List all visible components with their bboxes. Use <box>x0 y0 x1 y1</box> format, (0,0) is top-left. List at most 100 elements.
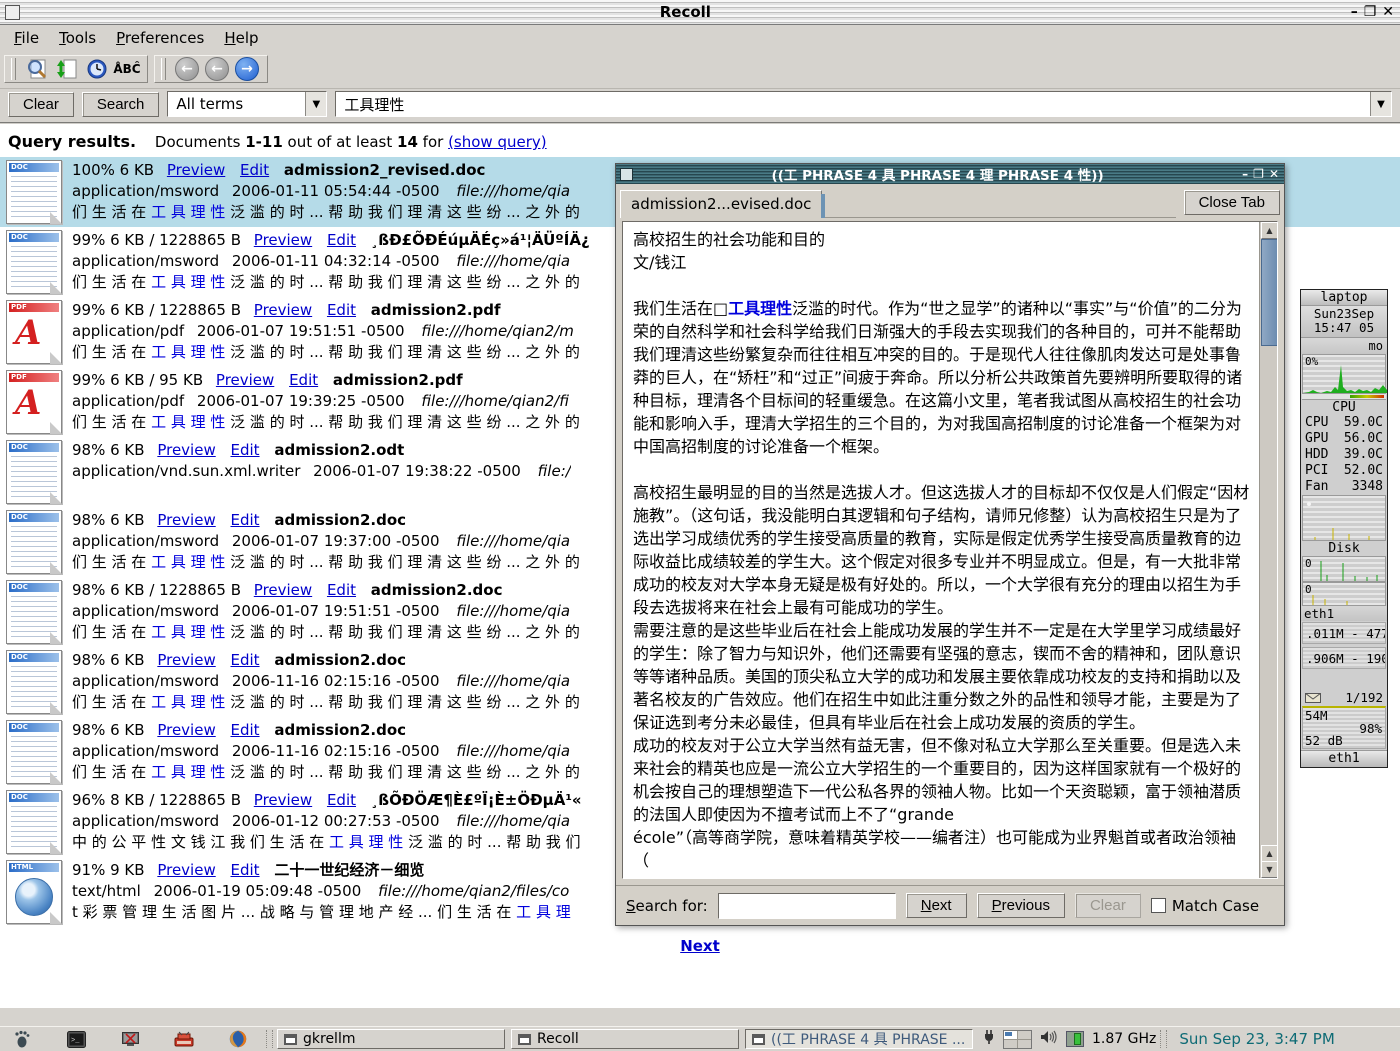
search-button[interactable]: Search <box>82 92 160 117</box>
advanced-search-icon[interactable] <box>25 57 49 81</box>
fan-chart[interactable] <box>1302 495 1386 541</box>
power-plug-icon[interactable] <box>983 1029 995 1049</box>
firefox-icon[interactable] <box>228 1029 248 1049</box>
window-menu-button[interactable] <box>5 5 20 20</box>
result-url: file:///home/qia <box>456 742 570 760</box>
menu-preferences[interactable]: Preferences <box>108 27 212 49</box>
menu-help[interactable]: Help <box>216 27 266 49</box>
next-page-link[interactable]: Next <box>680 937 720 955</box>
preview-link[interactable]: Preview <box>157 441 215 459</box>
prev-page-icon[interactable]: ← <box>205 57 229 81</box>
taskbar-task-button[interactable]: gkrellm <box>277 1029 505 1049</box>
preview-link[interactable]: Preview <box>157 721 215 739</box>
preview-link[interactable]: Preview <box>157 511 215 529</box>
maximize-icon[interactable]: ❐ <box>1253 167 1264 181</box>
typewriter-icon[interactable] <box>174 1029 194 1049</box>
edit-link[interactable]: Edit <box>231 721 260 739</box>
edit-link[interactable]: Edit <box>327 791 356 809</box>
next-page-icon[interactable]: → <box>235 57 259 81</box>
toolbar-grip[interactable] <box>11 58 16 80</box>
preview-link[interactable]: Preview <box>254 791 312 809</box>
preview-link[interactable]: Preview <box>254 231 312 249</box>
sort-order-icon[interactable] <box>55 57 79 81</box>
cpu-frequency-icon[interactable] <box>1066 1031 1084 1047</box>
edit-link[interactable]: Edit <box>289 371 318 389</box>
scrollbar-thumb[interactable] <box>1261 239 1278 346</box>
preview-titlebar[interactable]: ((工 PHRASE 4 具 PHRASE 4 理 PHRASE 4 性)) –… <box>616 164 1284 184</box>
preview-text-area[interactable]: 高校招生的社会功能和目的 文/钱江 我们生活在□工具理性泛滥的时代。作为“世之显… <box>622 221 1278 879</box>
preview-window: ((工 PHRASE 4 具 PHRASE 4 理 PHRASE 4 性)) –… <box>615 163 1285 926</box>
file-icon: DOC <box>6 580 62 644</box>
result-snippet: 们 生 活 在 工 具 理 性 泛 滥 的 时 ... 帮 助 我 们 理 清 … <box>72 692 580 713</box>
disk-read-chart[interactable]: 0 <box>1302 556 1386 582</box>
preview-link[interactable]: Preview <box>157 651 215 669</box>
edit-link[interactable]: Edit <box>231 441 260 459</box>
preview-scrollbar[interactable]: ▲ ▲ ▼ <box>1259 222 1277 878</box>
edit-link[interactable]: Edit <box>327 581 356 599</box>
clear-button[interactable]: Clear <box>8 92 74 117</box>
close-tab-button[interactable]: Close Tab <box>1184 190 1280 215</box>
terminal-icon[interactable]: >_ <box>66 1029 86 1049</box>
result-filename: admission2.doc <box>274 721 406 739</box>
cpu-chart[interactable]: 0% <box>1302 354 1386 394</box>
preview-window-menu-button[interactable] <box>620 168 633 181</box>
chevron-down-icon[interactable]: ▼ <box>1370 92 1391 116</box>
menu-file[interactable]: File <box>6 27 47 49</box>
gkrellm-hostname[interactable]: laptop <box>1301 290 1387 306</box>
edit-link[interactable]: Edit <box>327 231 356 249</box>
preview-link[interactable]: Preview <box>254 301 312 319</box>
history-clock-icon[interactable] <box>85 57 109 81</box>
close-icon[interactable]: ✕ <box>1269 167 1279 181</box>
taskbar-clock[interactable]: Sun Sep 23, 3:47 PM <box>1179 1030 1334 1048</box>
workspace-pager-icon[interactable] <box>1003 1030 1032 1049</box>
eth-row: eth1 <box>1301 606 1387 621</box>
scroll-up-icon[interactable]: ▲ <box>1261 845 1278 862</box>
show-query-link[interactable]: (show query) <box>448 133 547 151</box>
preview-window-title: ((工 PHRASE 4 具 PHRASE 4 理 PHRASE 4 性)) <box>633 164 1242 184</box>
first-page-icon[interactable]: ← <box>175 57 199 81</box>
gnome-menu-icon[interactable] <box>12 1029 32 1049</box>
close-icon[interactable]: ✕ <box>1382 4 1394 20</box>
disk-write-chart[interactable]: 0 <box>1302 582 1386 606</box>
search-for-label: Search for: <box>626 897 708 915</box>
mail-row[interactable]: 1/192 <box>1301 690 1387 705</box>
scroll-down-icon[interactable]: ▼ <box>1261 861 1278 878</box>
chevron-down-icon[interactable]: ▼ <box>305 92 326 116</box>
volume-icon[interactable] <box>1040 1030 1058 1048</box>
edit-link[interactable]: Edit <box>327 301 356 319</box>
preview-link[interactable]: Preview <box>254 581 312 599</box>
search-mode-select[interactable]: All terms ▼ <box>167 91 327 117</box>
edit-link[interactable]: Edit <box>231 511 260 529</box>
minimize-icon[interactable]: – <box>1242 167 1248 181</box>
result-relevance-size: 100% 6 KB <box>72 161 154 179</box>
preview-link[interactable]: Preview <box>157 861 215 879</box>
find-input[interactable] <box>718 893 896 919</box>
scroll-up-icon[interactable]: ▲ <box>1261 222 1278 239</box>
term-explorer-icon[interactable]: ÅBĈ <box>115 57 139 81</box>
find-clear-button[interactable]: Clear <box>1075 893 1141 918</box>
maximize-icon[interactable]: ❐ <box>1364 4 1377 20</box>
query-input[interactable]: 工具理性 ▼ <box>335 91 1392 117</box>
preview-link[interactable]: Preview <box>216 371 274 389</box>
find-next-button[interactable]: Next <box>906 893 967 918</box>
match-case-checkbox[interactable] <box>1151 898 1166 913</box>
logout-display-icon[interactable] <box>120 1029 140 1049</box>
taskbar-separator[interactable] <box>266 1030 273 1048</box>
minimize-icon[interactable]: – <box>1351 4 1358 20</box>
preview-link[interactable]: Preview <box>167 161 225 179</box>
taskbar-task-button[interactable]: Recoll <box>511 1029 739 1049</box>
toolbar-grip[interactable] <box>161 58 166 80</box>
preview-tab[interactable]: admission2...evised.doc <box>620 190 822 218</box>
result-filename: admission2.doc <box>371 581 503 599</box>
edit-link[interactable]: Edit <box>231 861 260 879</box>
find-previous-button[interactable]: Previous <box>977 893 1065 918</box>
preview-tabbar: admission2...evised.doc Close Tab <box>620 188 1280 218</box>
cpu-meter <box>1302 394 1386 400</box>
menu-tools[interactable]: Tools <box>51 27 104 49</box>
edit-link[interactable]: Edit <box>231 651 260 669</box>
highlighted-term: 工具理性 <box>728 299 792 318</box>
taskbar-task-button[interactable]: ((工 PHRASE 4 具 PHRASE ... <box>745 1029 973 1049</box>
edit-link[interactable]: Edit <box>240 161 269 179</box>
search-row: Clear Search All terms ▼ 工具理性 ▼ <box>0 88 1400 120</box>
taskbar-separator[interactable] <box>1160 1030 1167 1048</box>
